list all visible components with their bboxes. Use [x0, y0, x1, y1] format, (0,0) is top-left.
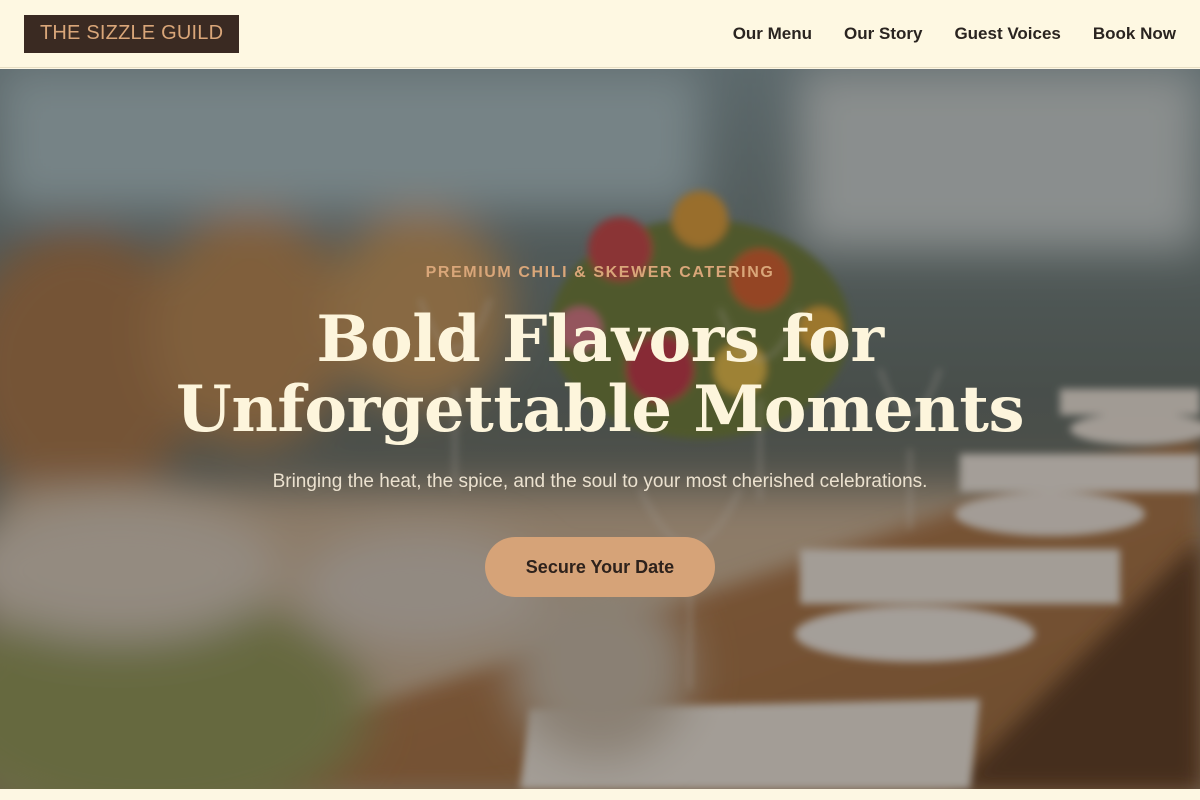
hero-section: PREMIUM CHILI & SKEWER CATERING Bold Fla…: [0, 69, 1200, 789]
brand-logo[interactable]: THE SIZZLE GUILD: [24, 14, 240, 53]
nav-link-our-story[interactable]: Our Story: [844, 24, 922, 44]
page-bottom-strip: [0, 789, 1200, 800]
hero-headline: Bold Flavors for Unforgettable Moments: [0, 305, 1200, 445]
nav-link-guest-voices[interactable]: Guest Voices: [954, 24, 1060, 44]
hero-content: PREMIUM CHILI & SKEWER CATERING Bold Fla…: [0, 69, 1200, 789]
hero-eyebrow: PREMIUM CHILI & SKEWER CATERING: [425, 264, 775, 281]
nav-link-book-now[interactable]: Book Now: [1093, 24, 1176, 44]
hero-subtitle: Bringing the heat, the spice, and the so…: [272, 471, 928, 492]
hero-headline-line-1: Bold Flavors for: [316, 302, 884, 377]
secure-your-date-button[interactable]: Secure Your Date: [485, 537, 715, 597]
hero-headline-line-2: Unforgettable Moments: [176, 372, 1025, 447]
site-header: THE SIZZLE GUILD Our Menu Our Story Gues…: [0, 0, 1200, 68]
main-nav: Our Menu Our Story Guest Voices Book Now: [733, 24, 1176, 44]
nav-link-our-menu[interactable]: Our Menu: [733, 24, 812, 44]
